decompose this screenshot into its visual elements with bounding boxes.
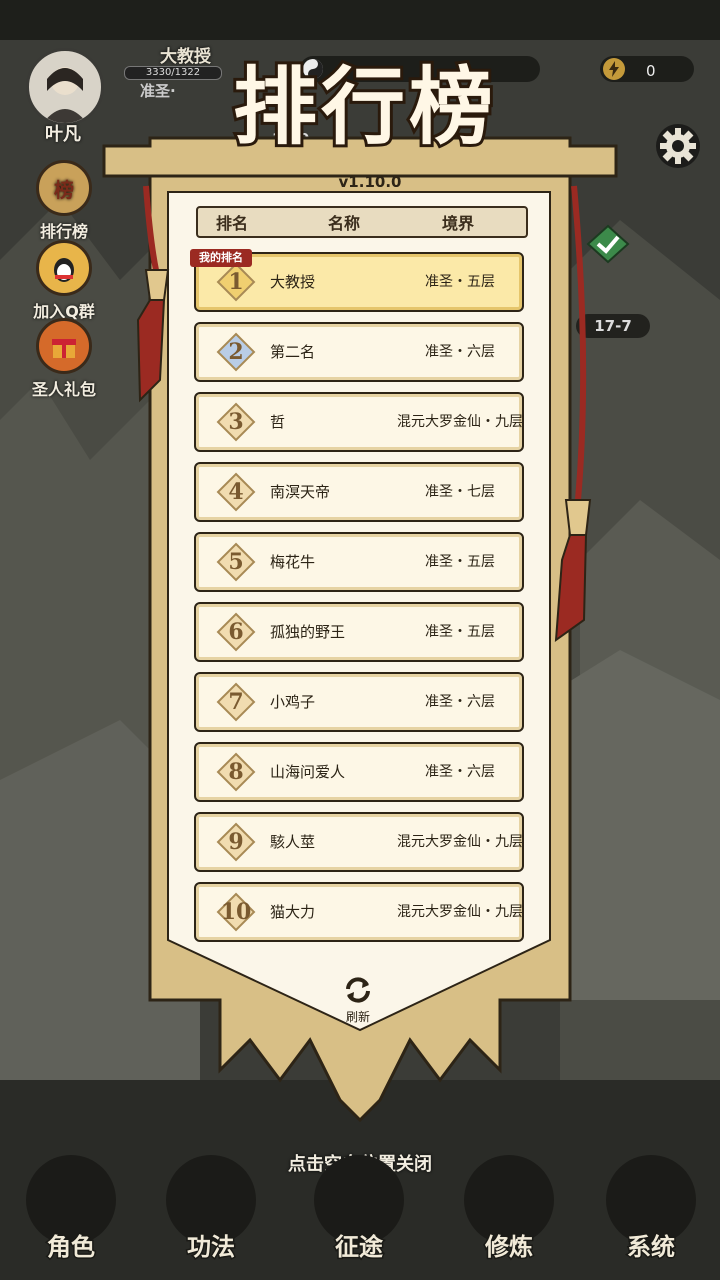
leaderboard-row[interactable]: 2 第二名 准圣・六层 <box>194 322 524 382</box>
rank-number: 4 <box>228 479 244 505</box>
header-rank: 排名 <box>216 214 249 233</box>
rank-diamond-icon: 6 <box>216 612 256 652</box>
player-realm-cell: 准圣・五层 <box>425 624 495 640</box>
version-label: v1.10.0 <box>338 173 402 191</box>
player-name-cell: 南溟天帝 <box>270 483 331 501</box>
nav-label: 系统 <box>626 1232 677 1263</box>
player-realm-cell: 准圣・六层 <box>425 344 495 360</box>
rank-diamond-icon: 8 <box>216 752 256 792</box>
player-realm-cell: 准圣・六层 <box>425 764 495 780</box>
gear-icon[interactable] <box>654 122 702 170</box>
rank-number: 8 <box>228 759 244 785</box>
player-name-cell: 大教授 <box>270 273 316 291</box>
player-realm-cell: 准圣・五层 <box>425 554 495 570</box>
leaderboard-row[interactable]: 9 駭人莖 混元大罗金仙・九层 <box>194 812 524 872</box>
player-name-cell: 梅花牛 <box>270 553 316 571</box>
player-name-cell: 小鸡子 <box>270 693 316 711</box>
rank-number: 3 <box>228 409 244 435</box>
rank-number: 2 <box>228 339 244 365</box>
stage-label-next: 17-7 <box>576 314 650 338</box>
player-name-cell: 駭人莖 <box>270 833 316 851</box>
side-button-label: 排行榜 <box>39 222 88 241</box>
leaderboard-row[interactable]: 4 南溟天帝 准圣・七层 <box>194 462 524 522</box>
player-realm-cell: 准圣・六层 <box>425 694 495 710</box>
player-realm-cell: 混元大罗金仙・九层 <box>397 904 523 920</box>
nav-skills[interactable]: 功法 <box>156 1155 266 1265</box>
rank-number: 5 <box>228 549 244 575</box>
leaderboard-header: 排名 名称 境界 <box>196 206 528 238</box>
rank-diamond-icon: 5 <box>216 542 256 582</box>
leaderboard-row[interactable]: 8 山海问爱人 准圣・六层 <box>194 742 524 802</box>
nav-label: 角色 <box>46 1232 97 1263</box>
player-name-cell: 第二名 <box>270 343 316 361</box>
player-name-cell: 哲 <box>270 413 286 431</box>
rank-diamond-icon: 1 <box>216 262 256 302</box>
penguin-icon <box>36 240 92 296</box>
player-realm-cell: 混元大罗金仙・九层 <box>397 834 523 850</box>
refresh-icon <box>346 977 370 1003</box>
player-name-cell: 孤独的野王 <box>270 623 346 641</box>
nav-cultivate[interactable]: 修炼 <box>454 1155 564 1265</box>
rank-number: 9 <box>228 829 244 855</box>
player-realm-cell: 准圣・五层 <box>425 274 495 290</box>
rank-number: 10 <box>220 899 252 925</box>
side-button-ranking[interactable]: 榜 排行榜 <box>32 160 96 242</box>
ranking-icon: 榜 <box>36 160 92 216</box>
player-name-cell: 猫大力 <box>270 903 316 921</box>
header-name: 名称 <box>328 214 361 233</box>
player-avatar[interactable] <box>26 48 104 126</box>
rank-number: 6 <box>228 619 244 645</box>
lightning-coin-icon <box>603 58 625 80</box>
header-realm: 境界 <box>442 214 475 233</box>
player-name-cell: 山海问爱人 <box>270 763 346 781</box>
nav-label: 征途 <box>334 1232 385 1263</box>
rank-diamond-icon: 2 <box>216 332 256 372</box>
player-realm: 准圣· <box>140 82 176 100</box>
side-button-qq-group[interactable]: 加入Q群 <box>32 240 96 322</box>
refresh-button[interactable]: 刷新 <box>332 975 384 1025</box>
rank-diamond-icon: 3 <box>216 402 256 442</box>
leaderboard-row[interactable]: 3 哲 混元大罗金仙・九层 <box>194 392 524 452</box>
rank-diamond-icon: 4 <box>216 472 256 512</box>
rank-diamond-icon: 7 <box>216 682 256 722</box>
rank-diamond-icon: 10 <box>216 892 256 932</box>
rank-number: 7 <box>228 689 244 715</box>
player-realm-cell: 准圣・七层 <box>425 484 495 500</box>
player-realm-cell: 混元大罗金仙・九层 <box>397 414 523 430</box>
rank-number: 1 <box>228 269 244 295</box>
nav-journey[interactable]: 征途 <box>304 1155 414 1265</box>
leaderboard-row[interactable]: 10 猫大力 混元大罗金仙・九层 <box>194 882 524 942</box>
refresh-label: 刷新 <box>345 1010 370 1024</box>
gift-icon <box>36 318 92 374</box>
currency-value: 0 <box>646 62 656 80</box>
leaderboard-row[interactable]: 5 梅花牛 准圣・五层 <box>194 532 524 592</box>
my-rank-badge: 我的排名 <box>190 249 252 267</box>
page-title: 排行榜 <box>230 54 497 159</box>
nav-label: 功法 <box>186 1232 237 1263</box>
check-icon <box>586 224 630 264</box>
nav-label: 修炼 <box>484 1232 535 1263</box>
leaderboard-row[interactable]: 7 小鸡子 准圣・六层 <box>194 672 524 732</box>
player-name: 叶凡 <box>45 124 81 145</box>
leaderboard-row[interactable]: 6 孤独的野王 准圣・五层 <box>194 602 524 662</box>
rank-diamond-icon: 9 <box>216 822 256 862</box>
side-button-label: 圣人礼包 <box>32 380 97 399</box>
nav-system[interactable]: 系统 <box>596 1155 706 1265</box>
nav-character[interactable]: 角色 <box>16 1155 126 1265</box>
side-button-gift[interactable]: 圣人礼包 <box>32 318 96 400</box>
